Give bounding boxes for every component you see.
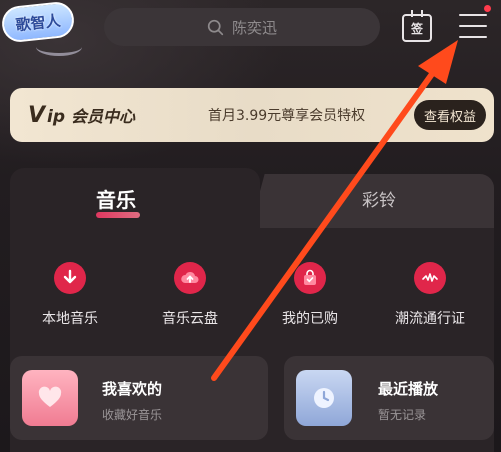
trend-pass-button[interactable]: 潮流通行证 — [380, 262, 480, 328]
vip-badge: Vip — [28, 103, 65, 128]
logo-decoration — [36, 38, 82, 56]
hamburger-menu-icon[interactable] — [459, 14, 487, 38]
vip-banner[interactable]: Vip 会员中心 首月3.99元尊享会员特权 查看权益 — [10, 88, 494, 142]
view-benefits-button[interactable]: 查看权益 — [413, 100, 486, 130]
recent-played-card[interactable]: 最近播放 暂无记录 — [284, 356, 494, 440]
my-purchases-button[interactable]: 我的已购 — [260, 262, 360, 328]
vip-description: 首月3.99元尊享会员特权 — [208, 108, 366, 124]
notification-dot — [484, 5, 491, 12]
favorites-title: 我喜欢的 — [102, 380, 163, 398]
vip-title: 会员中心 — [71, 107, 136, 126]
download-arrow-icon — [54, 262, 86, 294]
music-cloud-button[interactable]: 音乐云盘 — [140, 262, 240, 328]
wave-badge-icon — [414, 262, 446, 294]
tab-ringtone[interactable]: 彩铃 — [362, 186, 396, 211]
cloud-upload-icon — [174, 262, 206, 294]
vip-badge-ip: ip — [47, 106, 66, 127]
search-bar[interactable]: 陈奕迅 — [104, 8, 380, 46]
recent-played-title: 最近播放 — [378, 380, 439, 398]
favorites-subtitle: 收藏好音乐 — [102, 408, 163, 422]
trend-pass-label: 潮流通行证 — [395, 311, 465, 327]
daily-sign-in-icon[interactable]: 签 — [402, 10, 432, 42]
my-purchases-label: 我的已购 — [282, 311, 338, 327]
heart-icon — [22, 370, 78, 426]
local-music-button[interactable]: 本地音乐 — [20, 262, 120, 328]
vip-badge-v: V — [28, 102, 46, 128]
music-cloud-label: 音乐云盘 — [162, 311, 218, 327]
tab-music[interactable]: 音乐 — [96, 184, 136, 213]
shopping-bag-icon — [294, 262, 326, 294]
clock-icon — [296, 370, 352, 426]
sign-in-icon-text: 签 — [410, 21, 423, 36]
search-icon — [207, 19, 224, 35]
search-placeholder: 陈奕迅 — [231, 18, 277, 37]
favorites-card[interactable]: 我喜欢的 收藏好音乐 — [10, 356, 268, 440]
local-music-label: 本地音乐 — [42, 311, 98, 327]
tab-active-indicator — [96, 212, 140, 218]
recent-played-subtitle: 暂无记录 — [378, 408, 427, 422]
tab-bar: 音乐 彩铃 — [10, 168, 494, 228]
logo-text: 歌智人 — [14, 11, 62, 34]
